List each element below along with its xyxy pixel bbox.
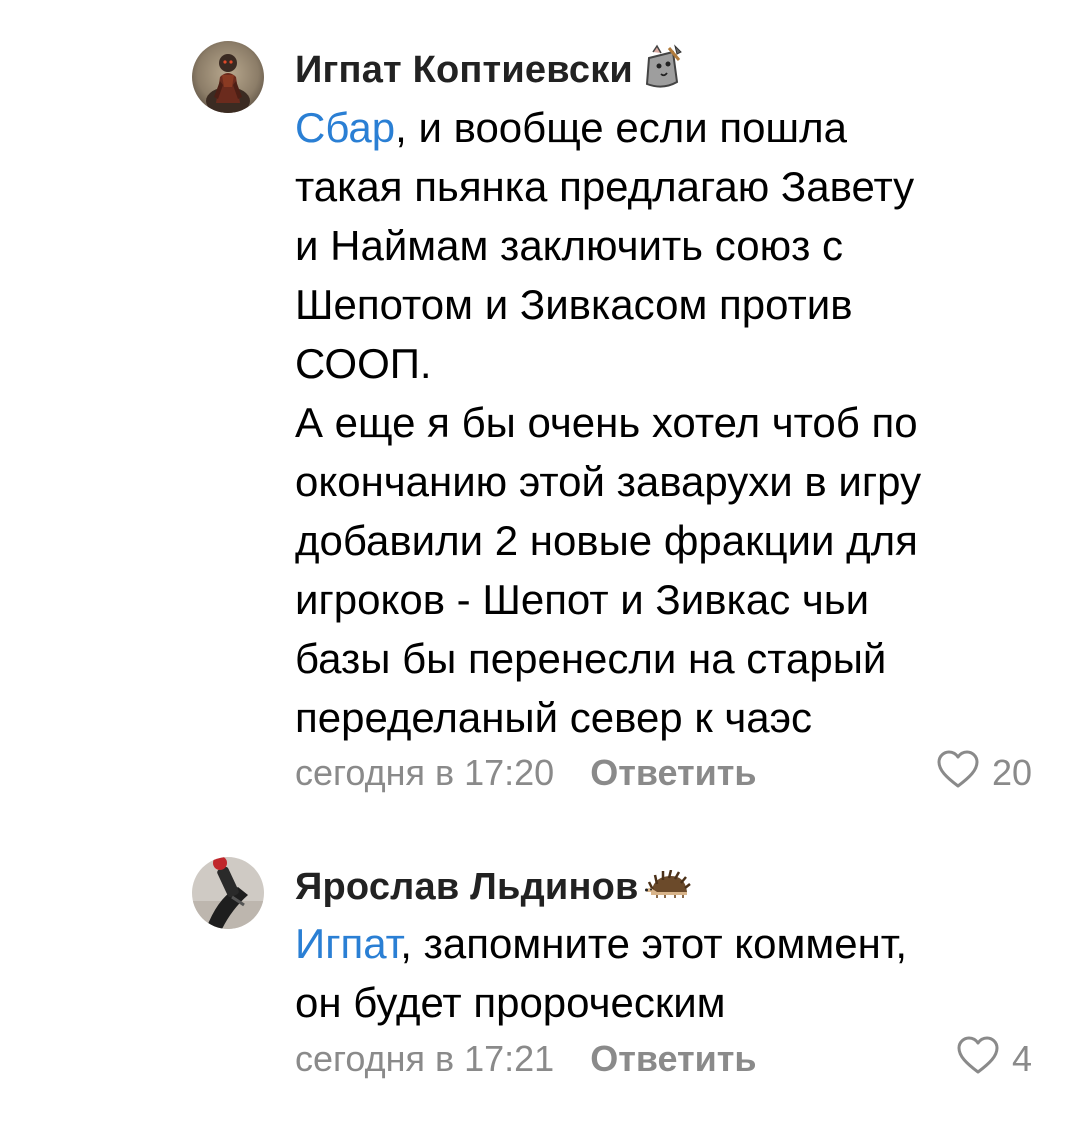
like-button[interactable]: 4 bbox=[956, 1035, 1032, 1084]
comment-text-line: игроков - Шепот и Зивкас чьи bbox=[295, 576, 870, 623]
comment-text-line: СООП. bbox=[295, 340, 432, 387]
reply-button[interactable]: Ответить bbox=[590, 1038, 756, 1080]
author-name[interactable]: Игпат Коптиевски bbox=[295, 49, 633, 92]
comment-date: сегодня в 17:20 bbox=[295, 752, 555, 793]
rat-miner-sticker-icon bbox=[639, 43, 683, 97]
avatar[interactable] bbox=[192, 857, 264, 929]
comment-text-line: окончанию этой заварухи в игру bbox=[295, 458, 922, 505]
comment-date: сегодня в 17:21 bbox=[295, 1038, 555, 1079]
mention-link[interactable]: Игпат bbox=[295, 920, 400, 967]
comment-text-line: базы бы перенесли на старый bbox=[295, 635, 887, 682]
heart-outline-icon bbox=[936, 749, 980, 798]
comment-text-fragment: , запомните этот коммент, bbox=[400, 920, 908, 967]
comment-text: Игпат, запомните этот коммент, он будет … bbox=[295, 914, 1015, 1032]
mention-link[interactable]: Сбар bbox=[295, 104, 395, 151]
comment-text-fragment: , и вообще если пошла bbox=[395, 104, 847, 151]
comment-text-line: добавили 2 новые фракции для bbox=[295, 517, 918, 564]
hedgehog-icon bbox=[644, 869, 691, 905]
comment-text-line: переделаный север к чаэс bbox=[295, 694, 813, 741]
author-name[interactable]: Ярослав Льдинов bbox=[295, 866, 639, 909]
comment-meta: сегодня в 17:21 Ответить 4 bbox=[295, 1034, 1032, 1084]
author-row: Игпат Коптиевски bbox=[295, 43, 683, 97]
comment-text-line: и Наймам заключить союз с bbox=[295, 222, 843, 269]
like-button[interactable]: 20 bbox=[936, 749, 1032, 798]
reply-button[interactable]: Ответить bbox=[590, 752, 756, 794]
comment-text-line: Игпат, запомните этот коммент, bbox=[295, 914, 1015, 973]
comment-text: Сбар, и вообще если пошла такая пьянка п… bbox=[295, 98, 1015, 747]
like-count: 20 bbox=[991, 752, 1032, 793]
author-row: Ярослав Льдинов bbox=[295, 862, 691, 912]
comment-text-line: А еще я бы очень хотел чтоб по bbox=[295, 399, 918, 446]
comment-text-line: такая пьянка предлагаю Завету bbox=[295, 163, 915, 210]
comment-meta: сегодня в 17:20 Ответить 20 bbox=[295, 748, 1032, 798]
comment-text-line: Сбар, и вообще если пошла bbox=[295, 98, 1015, 157]
like-count: 4 bbox=[1011, 1038, 1032, 1079]
comment-text-line: Шепотом и Зивкасом против bbox=[295, 281, 853, 328]
comment-text-line: он будет пророческим bbox=[295, 979, 726, 1026]
heart-outline-icon bbox=[956, 1035, 1000, 1084]
avatar[interactable] bbox=[192, 41, 264, 113]
